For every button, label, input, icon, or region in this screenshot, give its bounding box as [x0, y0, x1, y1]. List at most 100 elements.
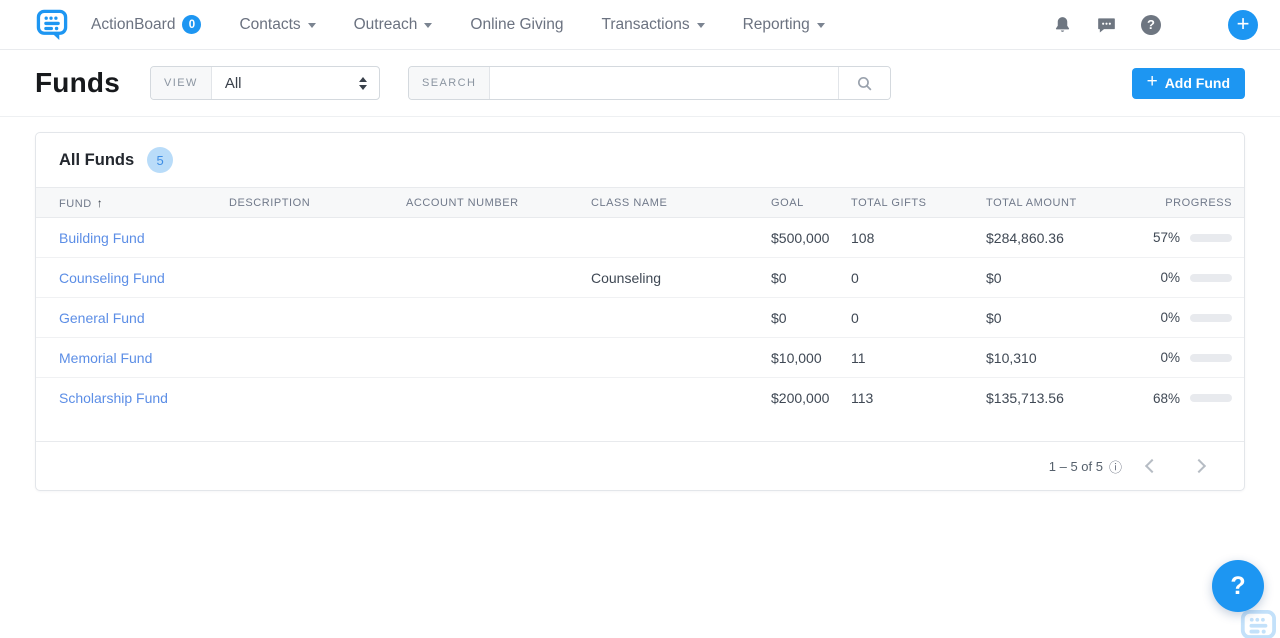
actionboard-count-badge: 0	[182, 15, 201, 34]
progress-percent: 57%	[1153, 230, 1180, 245]
table-footer: 1 – 5 of 5 ⓘ	[36, 441, 1244, 490]
cell-total-gifts: 113	[851, 390, 986, 406]
col-header-class-name[interactable]: Class Name	[591, 197, 771, 209]
cell-total-amount: $284,860.36	[986, 230, 1151, 246]
table-row: Memorial Fund $10,000 11 $10,310 0%	[36, 338, 1244, 378]
funds-count-badge: 5	[147, 147, 173, 173]
chevron-down-icon	[817, 23, 825, 28]
add-fund-button[interactable]: + Add Fund	[1132, 68, 1245, 99]
search-bar: SEARCH	[408, 66, 891, 100]
progress-bar	[1190, 274, 1232, 282]
cell-goal: $0	[771, 270, 851, 286]
nav-label: Online Giving	[470, 16, 563, 34]
table-header-row: Fund↑ Description Account Number Class N…	[36, 188, 1244, 218]
nav-label: ActionBoard	[91, 16, 175, 34]
quick-add-button[interactable]: +	[1228, 10, 1258, 40]
progress-bar	[1190, 354, 1232, 362]
col-header-account-number[interactable]: Account Number	[406, 197, 591, 209]
fund-link[interactable]: Building Fund	[59, 230, 145, 246]
progress-bar	[1190, 314, 1232, 322]
progress-percent: 0%	[1160, 310, 1180, 325]
table-body: Building Fund $500,000 108 $284,860.36 5…	[36, 218, 1244, 441]
search-input[interactable]	[490, 67, 838, 99]
nav-label: Contacts	[239, 16, 300, 34]
page-title: Funds	[35, 67, 120, 99]
nav-online-giving[interactable]: Online Giving	[470, 16, 563, 34]
col-header-goal[interactable]: Goal	[771, 197, 851, 209]
progress-percent: 68%	[1153, 391, 1180, 406]
cell-total-amount: $10,310	[986, 350, 1151, 366]
top-navigation: ActionBoard 0 Contacts Outreach Online G…	[0, 0, 1280, 50]
cell-class-name: Counseling	[591, 270, 771, 286]
table-row: General Fund $0 0 $0 0%	[36, 298, 1244, 338]
cell-goal: $10,000	[771, 350, 851, 366]
table-row: Counseling Fund Counseling $0 0 $0 0%	[36, 258, 1244, 298]
progress-percent: 0%	[1160, 350, 1180, 365]
nav-outreach[interactable]: Outreach	[354, 16, 433, 34]
nav-right-icons: ? +	[1053, 10, 1258, 40]
pagination-next-button[interactable]	[1192, 459, 1206, 473]
col-header-total-gifts[interactable]: Total Gifts	[851, 197, 986, 209]
breeze-logo-icon[interactable]	[36, 8, 69, 41]
nav-contacts[interactable]: Contacts	[239, 16, 315, 34]
nav-label: Outreach	[354, 16, 418, 34]
nav-label: Reporting	[743, 16, 810, 34]
select-updown-icon	[359, 77, 367, 90]
view-filter: VIEW All	[150, 66, 380, 100]
nav-label: Transactions	[601, 16, 689, 34]
cell-goal: $500,000	[771, 230, 851, 246]
chevron-down-icon	[424, 23, 432, 28]
progress-bar	[1190, 394, 1232, 402]
view-selected-value: All	[225, 75, 242, 92]
info-icon[interactable]: ⓘ	[1109, 457, 1122, 476]
chevron-down-icon	[308, 23, 316, 28]
search-button[interactable]	[838, 67, 890, 99]
messages-chat-icon[interactable]	[1096, 15, 1117, 35]
cell-total-amount: $0	[986, 310, 1151, 326]
chevron-down-icon	[697, 23, 705, 28]
funds-card: All Funds 5 Fund↑ Description Account Nu…	[35, 132, 1245, 491]
fund-link[interactable]: General Fund	[59, 310, 145, 326]
cell-goal: $0	[771, 310, 851, 326]
cell-total-amount: $0	[986, 270, 1151, 286]
progress-bar	[1190, 234, 1232, 242]
card-header: All Funds 5	[36, 133, 1244, 188]
plus-icon: +	[1147, 71, 1158, 93]
fund-link[interactable]: Memorial Fund	[59, 350, 152, 366]
table-row: Scholarship Fund $200,000 113 $135,713.5…	[36, 378, 1244, 418]
pagination-prev-button[interactable]	[1145, 459, 1159, 473]
pagination-range: 1 – 5 of 5 ⓘ	[1049, 457, 1122, 476]
main-content: All Funds 5 Fund↑ Description Account Nu…	[0, 117, 1280, 491]
nav-transactions[interactable]: Transactions	[601, 16, 704, 34]
add-fund-label: Add Fund	[1165, 75, 1230, 91]
nav-actionboard[interactable]: ActionBoard 0	[91, 15, 201, 34]
help-fab-button[interactable]: ?	[1212, 560, 1264, 612]
fund-link[interactable]: Scholarship Fund	[59, 390, 168, 406]
notifications-bell-icon[interactable]	[1053, 15, 1072, 35]
cell-goal: $200,000	[771, 390, 851, 406]
apps-grid-icon[interactable]	[1185, 15, 1204, 34]
fund-link[interactable]: Counseling Fund	[59, 270, 165, 286]
col-header-progress[interactable]: Progress	[1151, 197, 1244, 209]
sort-asc-icon: ↑	[97, 196, 104, 210]
progress-percent: 0%	[1160, 270, 1180, 285]
breeze-watermark-logo	[1240, 608, 1278, 638]
search-icon	[856, 75, 873, 92]
col-header-total-amount[interactable]: Total Amount	[986, 197, 1151, 209]
view-label: VIEW	[151, 67, 212, 99]
cell-total-gifts: 108	[851, 230, 986, 246]
page-header: Funds VIEW All SEARCH + Add Fund	[0, 50, 1280, 117]
search-label: SEARCH	[409, 67, 490, 99]
cell-total-gifts: 0	[851, 310, 986, 326]
table-row: Building Fund $500,000 108 $284,860.36 5…	[36, 218, 1244, 258]
cell-total-gifts: 11	[851, 350, 986, 366]
help-circle-icon[interactable]: ?	[1141, 15, 1161, 35]
main-nav: ActionBoard 0 Contacts Outreach Online G…	[91, 15, 825, 34]
cell-total-gifts: 0	[851, 270, 986, 286]
col-header-description[interactable]: Description	[229, 197, 406, 209]
col-header-fund[interactable]: Fund↑	[36, 196, 229, 210]
nav-reporting[interactable]: Reporting	[743, 16, 825, 34]
card-title: All Funds	[59, 151, 134, 170]
view-select[interactable]: All	[212, 67, 379, 99]
cell-total-amount: $135,713.56	[986, 390, 1151, 406]
